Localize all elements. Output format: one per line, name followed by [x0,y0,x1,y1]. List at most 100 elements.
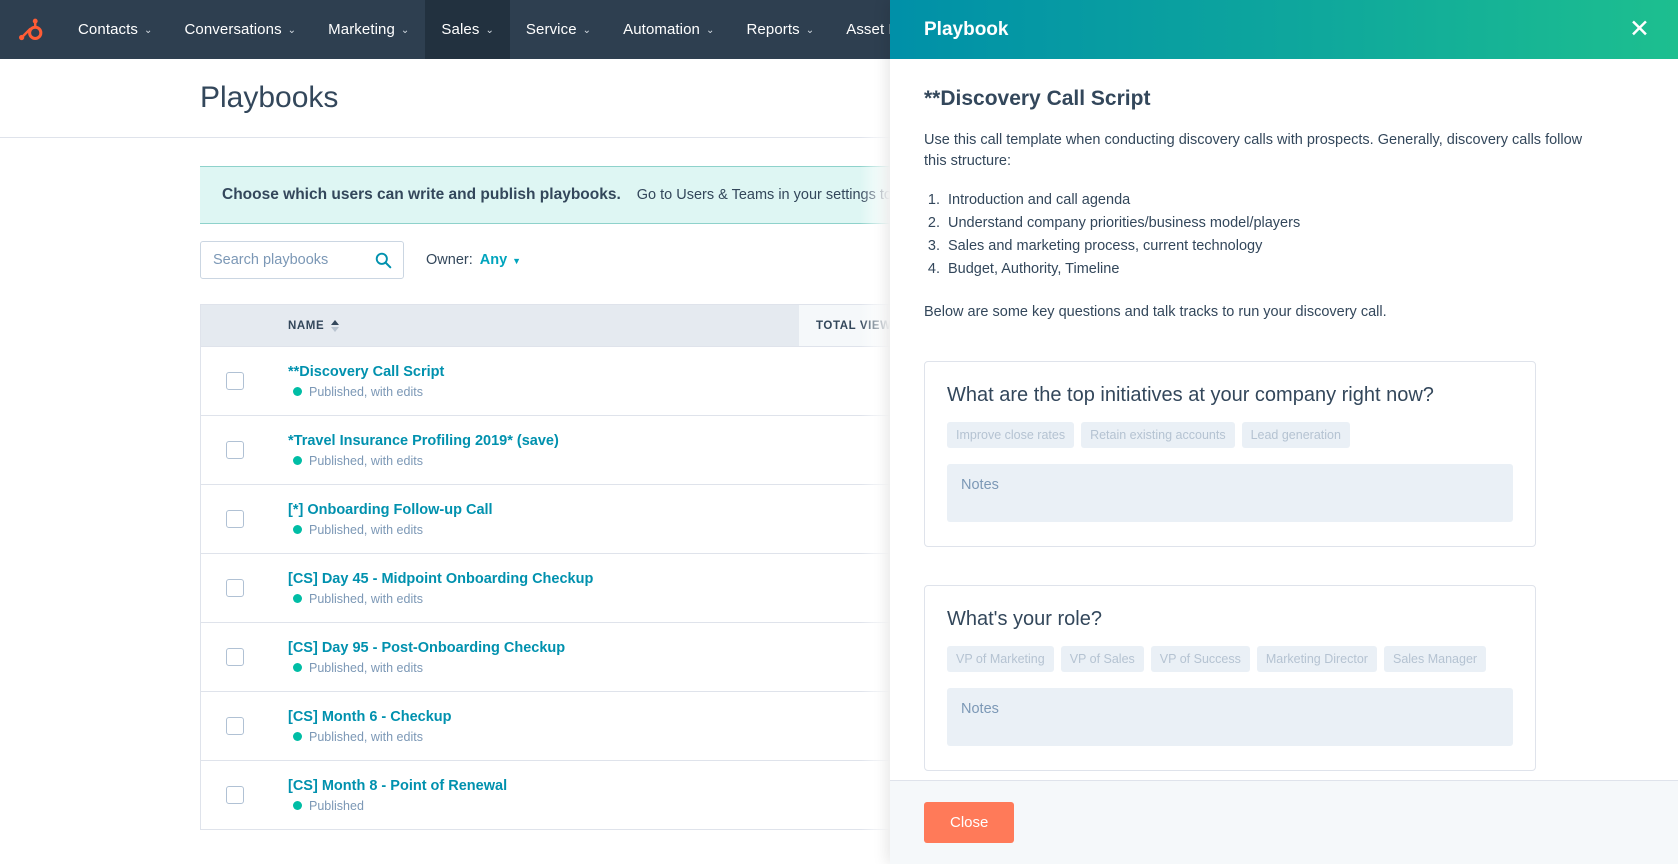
page-title: Playbooks [200,81,339,114]
nav-item-label: Marketing [328,21,395,38]
row-checkbox[interactable] [226,717,244,735]
row-checkbox[interactable] [226,372,244,390]
status-dot-icon [293,525,302,534]
playbook-status-label: Published, with edits [309,384,423,399]
playbook-status-label: Published [309,798,364,813]
panel-footer: Close [890,780,1678,864]
playbook-name-link[interactable]: *Travel Insurance Profiling 2019* (save) [288,433,799,449]
row-name-cell: **Discovery Call Script Published, with e… [269,364,799,399]
answer-chip[interactable]: VP of Sales [1060,646,1144,673]
playbook-status: Published, with edits [288,730,799,744]
playbook-doc-steps: Introduction and call agendaUnderstand c… [944,190,1644,280]
close-button[interactable]: Close [924,802,1015,843]
row-select-cell[interactable] [201,717,269,735]
nav-item-conversations[interactable]: Conversations ⌄ [168,0,312,59]
row-select-cell[interactable] [201,372,269,390]
playbook-name-link[interactable]: [CS] Month 6 - Checkup [288,709,799,725]
status-dot-icon [293,456,302,465]
close-icon[interactable]: ✕ [1623,13,1656,46]
answer-chip[interactable]: Improve close rates [947,422,1075,449]
playbook-status-label: Published, with edits [309,729,423,744]
question-card: What are the top initiatives at your com… [924,361,1536,548]
playbook-step: Introduction and call agenda [944,190,1644,211]
playbook-status-label: Published, with edits [309,453,423,468]
panel-body: **Discovery Call Script Use this call te… [890,59,1678,780]
playbook-name-link[interactable]: [*] Onboarding Follow-up Call [288,502,799,518]
answer-chips: Improve close rates Retain existing accou… [947,422,1513,449]
chevron-down-icon[interactable]: ▼ [512,256,521,266]
sort-arrows-icon[interactable] [331,319,340,332]
chevron-down-icon[interactable]: ⌄ [485,25,493,36]
row-select-cell[interactable] [201,441,269,459]
playbook-step: Budget, Authority, Timeline [944,259,1644,280]
answer-chip[interactable]: Marketing Director [1256,646,1377,673]
search-icon[interactable] [375,252,392,269]
notes-input[interactable]: Notes [947,464,1513,523]
row-checkbox[interactable] [226,648,244,666]
nav-item-label: Reports [746,21,800,38]
playbook-question-cards: What are the top initiatives at your com… [924,361,1644,772]
chevron-down-icon[interactable]: ⌄ [401,25,409,36]
owner-filter-value[interactable]: Any [480,252,507,268]
question-title: What are the top initiatives at your com… [947,384,1434,407]
row-checkbox[interactable] [226,786,244,804]
playbook-status: Published, with edits [288,661,799,675]
hubspot-sprocket-logo-icon [19,18,43,40]
playbook-name-link[interactable]: [CS] Month 8 - Point of Renewal [288,778,799,794]
row-select-cell[interactable] [201,648,269,666]
playbook-status: Published, with edits [288,454,799,468]
alert-headline: Choose which users can write and publish… [222,186,621,203]
hubspot-logo-link[interactable] [0,0,62,59]
chevron-down-icon[interactable]: ⌄ [583,25,591,36]
row-select-cell[interactable] [201,510,269,528]
playbook-side-panel: Playbook ✕ **Discovery Call Script Use t… [890,0,1678,864]
question-card: What's your role? VP of Marketing VP of Sa… [924,585,1536,772]
row-checkbox[interactable] [226,510,244,528]
chevron-down-icon[interactable]: ⌄ [144,25,152,36]
answer-chip[interactable]: Sales Manager [1383,646,1487,673]
status-dot-icon [293,663,302,672]
status-dot-icon [293,732,302,741]
playbook-doc-intro: Use this call template when conducting d… [924,132,1583,170]
search-input[interactable] [201,252,403,268]
nav-item-automation[interactable]: Automation ⌄ [607,0,730,59]
owner-filter[interactable]: Owner: Any ▼ [426,252,521,268]
answer-chip[interactable]: VP of Success [1150,646,1250,673]
row-select-cell[interactable] [201,786,269,804]
row-name-cell: [CS] Month 8 - Point of Renewal Published [269,778,799,813]
column-header-name-label: NAME [288,319,325,332]
nav-item-service[interactable]: Service ⌄ [510,0,607,59]
owner-filter-label: Owner: [426,252,473,268]
notes-input[interactable]: Notes [947,688,1513,747]
answer-chip[interactable]: Retain existing accounts [1081,422,1235,449]
playbook-step: Understand company priorities/business m… [944,213,1644,234]
chevron-down-icon[interactable]: ⌄ [288,25,296,36]
column-header-select [201,305,269,346]
search-playbooks-box[interactable] [200,241,404,279]
playbook-doc-outro: Below are some key questions and talk tr… [924,304,1387,321]
app-root: Contacts ⌄ Conversations ⌄ Marketing ⌄ Sales ⌄ S… [0,0,1678,864]
nav-item-marketing[interactable]: Marketing ⌄ [312,0,425,59]
status-dot-icon [293,594,302,603]
chevron-down-icon[interactable]: ⌄ [806,25,814,36]
row-checkbox[interactable] [226,579,244,597]
panel-title: Playbook [924,18,1009,40]
row-name-cell: [CS] Month 6 - Checkup Published, with ed… [269,709,799,744]
nav-item-sales[interactable]: Sales ⌄ [425,0,510,59]
row-checkbox[interactable] [226,441,244,459]
row-select-cell[interactable] [201,579,269,597]
playbook-step: Sales and marketing process, current tec… [944,236,1644,257]
playbook-name-link[interactable]: [CS] Day 45 - Midpoint Onboarding Checku… [288,571,799,587]
nav-item-contacts[interactable]: Contacts ⌄ [62,0,168,59]
playbook-name-link[interactable]: **Discovery Call Script [288,364,799,380]
answer-chip[interactable]: Lead generation [1241,422,1350,449]
nav-item-reports[interactable]: Reports ⌄ [731,0,831,59]
nav-item-label: Sales [441,21,480,38]
chevron-down-icon[interactable]: ⌄ [706,25,714,36]
column-header-name[interactable]: NAME [269,305,799,346]
column-header-total-views-label: TOTAL VIEWS [816,319,900,332]
playbook-status: Published, with edits [288,592,799,606]
answer-chips: VP of Marketing VP of Sales VP of Success M… [947,646,1513,673]
answer-chip[interactable]: VP of Marketing [947,646,1054,673]
playbook-name-link[interactable]: [CS] Day 95 - Post-Onboarding Checkup [288,640,799,656]
